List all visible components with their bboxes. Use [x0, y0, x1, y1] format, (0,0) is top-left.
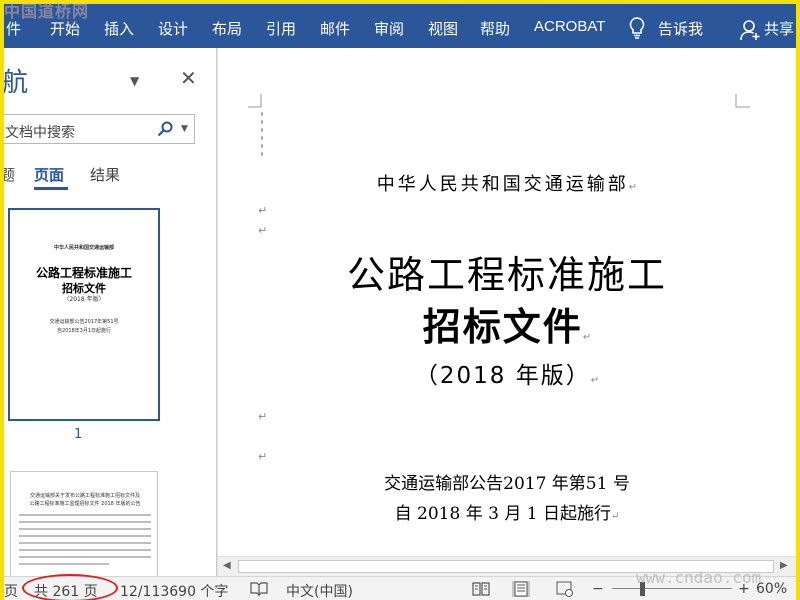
- document-notice: 交通运输部公告2017 年第51 号: [384, 474, 630, 494]
- search-icon[interactable]: [157, 121, 173, 137]
- thumb2-heading2: 公路工程标准施工监理招标文件 2018 年版的公告: [29, 501, 141, 507]
- thumb2-text-line: [19, 542, 151, 544]
- margin-corner-mark: [248, 94, 262, 108]
- tell-me-search[interactable]: 告诉我: [658, 18, 703, 39]
- thumb-edition: （2018 年版）: [63, 296, 105, 303]
- nav-pane-title: 航: [4, 68, 29, 98]
- nav-search-input[interactable]: 文档中搜索 ▼: [4, 114, 195, 144]
- web-layout-icon[interactable]: [556, 581, 574, 597]
- tab-layout[interactable]: 布局: [212, 18, 242, 39]
- highlight-oval: [22, 574, 118, 600]
- read-mode-icon[interactable]: [472, 581, 490, 597]
- watermark-bottom: www.cndao.com: [636, 568, 762, 587]
- tab-design[interactable]: 设计: [158, 18, 188, 39]
- thumb2-text-line: [19, 549, 151, 551]
- thumbnail-page-number: 1: [74, 427, 83, 442]
- scroll-right-icon[interactable]: ▶: [780, 560, 788, 571]
- thumb-effective: 自2018年3月1日起施行: [56, 328, 112, 334]
- paragraph-mark: ↵: [258, 450, 268, 463]
- ribbon-tab-bar: 件 开始 插入 设计 布局 引用 邮件 审阅 视图 帮助 ACROBAT 告诉我…: [4, 4, 796, 48]
- tab-view[interactable]: 视图: [428, 18, 458, 39]
- thumb2-text-line: [19, 528, 151, 530]
- tab-references[interactable]: 引用: [266, 18, 296, 39]
- thumb2-text-line: [19, 514, 151, 516]
- lightbulb-icon[interactable]: [628, 16, 646, 40]
- tab-results[interactable]: 结果: [90, 164, 120, 185]
- active-tab-indicator: [34, 187, 68, 190]
- page-indicator[interactable]: 页: [4, 581, 18, 600]
- page-thumbnail-1[interactable]: 中华人民共和国交通运输部 公路工程标准施工 招标文件 （2018 年版） 交通运…: [8, 208, 160, 421]
- thumb2-text-line: [19, 563, 109, 565]
- document-title-line1: 公路工程标准施工: [346, 253, 667, 297]
- thumb2-text-line: [19, 556, 151, 558]
- thumb-title1: 公路工程标准施工: [35, 266, 132, 280]
- word-count[interactable]: 12/113690 个字: [120, 581, 228, 600]
- tab-help[interactable]: 帮助: [480, 18, 510, 39]
- zoom-out-button[interactable]: −: [592, 581, 604, 597]
- document-effective-date: 自 2018 年 3 月 1 日起施行↵: [394, 504, 620, 524]
- share-user-icon[interactable]: [740, 19, 760, 41]
- proofing-book-icon[interactable]: [250, 581, 268, 597]
- scroll-left-icon[interactable]: ◀: [223, 560, 231, 571]
- margin-corner-mark: [735, 94, 750, 108]
- tab-acrobat[interactable]: ACROBAT: [534, 18, 605, 35]
- thumb2-text-line: [19, 521, 151, 523]
- nav-close-icon[interactable]: ✕: [180, 66, 197, 90]
- thumb-notice: 交通运输部公告2017年第51号: [49, 319, 119, 325]
- document-organization: 中华人民共和国交通运输部↵: [376, 174, 638, 195]
- watermark-top: 中国道桥网: [4, 2, 90, 21]
- thumb-org: 中华人民共和国交通运输部: [53, 245, 114, 251]
- paragraph-mark: ↵: [258, 410, 268, 423]
- document-edition: （2018 年版）↵: [414, 363, 600, 389]
- paragraph-mark: ↵: [258, 224, 268, 237]
- nav-options-chevron-icon[interactable]: ▼: [130, 74, 139, 88]
- share-button[interactable]: 共享: [764, 18, 794, 39]
- page-thumbnail-2[interactable]: 交通运输部关于发布公路工程标准施工招标文件及 公路工程标准施工监理招标文件 20…: [10, 471, 158, 576]
- thumb2-heading1: 交通运输部关于发布公路工程标准施工招标文件及: [29, 493, 140, 499]
- tab-mailings[interactable]: 邮件: [320, 18, 350, 39]
- document-page[interactable]: ↵ ↵ ↵ ↵ 中华人民共和国交通运输部↵ 公路工程标准施工 招标文件↵ （20…: [218, 48, 796, 556]
- nav-search-placeholder: 文档中搜索: [5, 125, 75, 141]
- document-title-line2: 招标文件↵: [422, 305, 592, 349]
- print-layout-icon[interactable]: [512, 581, 530, 597]
- tab-headings[interactable]: 题: [4, 164, 15, 185]
- language-indicator[interactable]: 中文(中国): [286, 581, 353, 600]
- tab-insert[interactable]: 插入: [104, 18, 134, 39]
- zoom-slider-track[interactable]: [612, 588, 732, 589]
- paragraph-dots: [260, 110, 264, 160]
- thumb2-text-line: [19, 535, 151, 537]
- search-options-chevron-icon[interactable]: ▼: [181, 124, 188, 134]
- navigation-pane: 航 ▼ ✕ 文档中搜索 ▼ 题 页面 结果 中华人民共和国交通运输部 公路工程标…: [4, 48, 217, 576]
- paragraph-mark: ↵: [258, 204, 268, 217]
- tab-pages[interactable]: 页面: [34, 164, 64, 185]
- tab-review[interactable]: 审阅: [374, 18, 404, 39]
